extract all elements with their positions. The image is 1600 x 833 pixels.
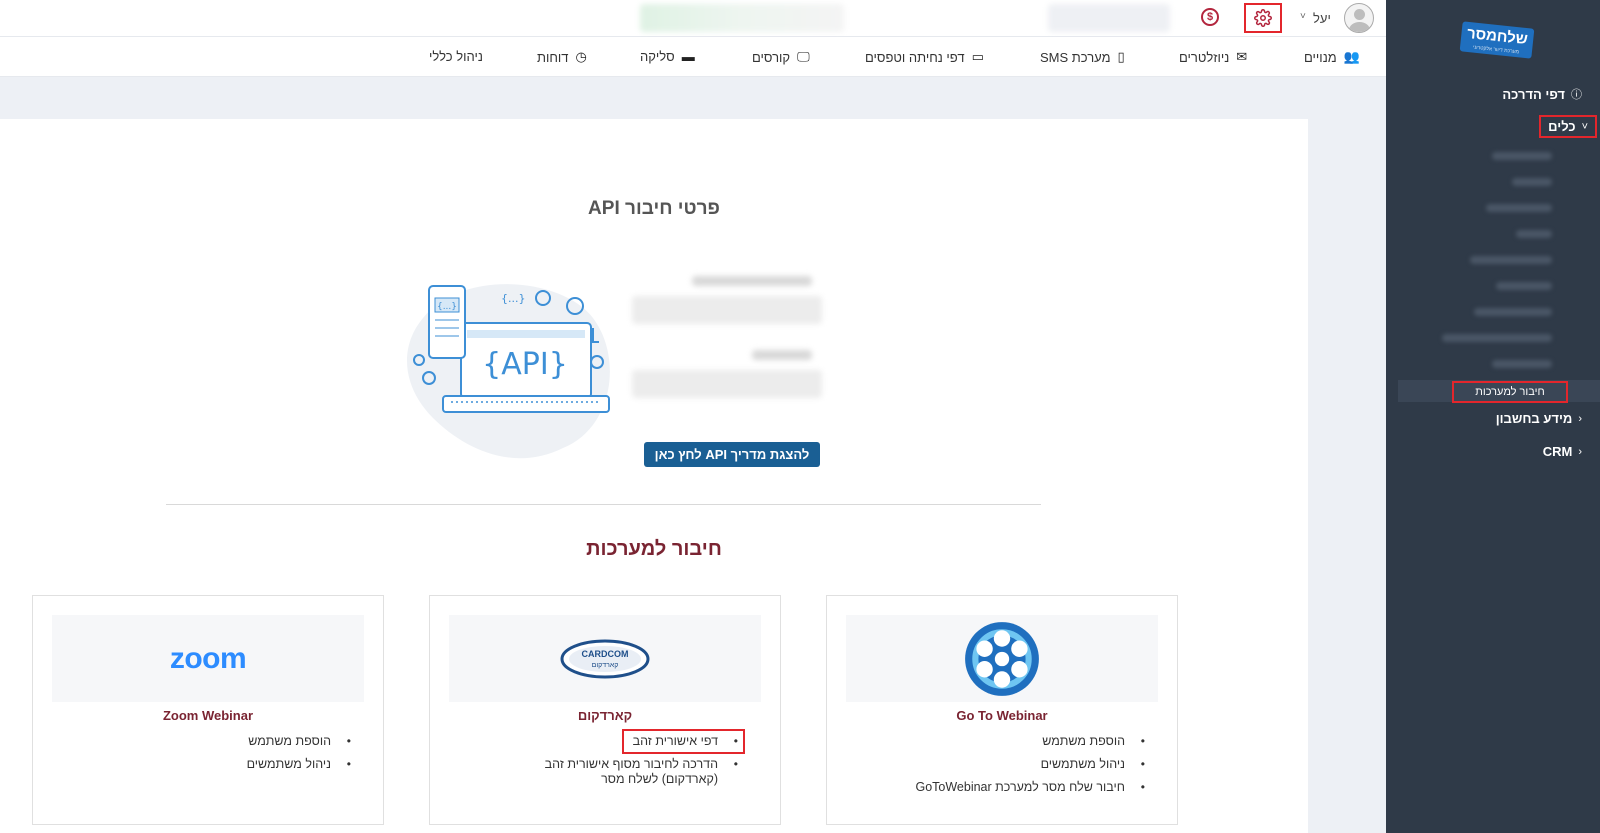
sidebar-subitem-blurred[interactable] (1516, 230, 1552, 238)
sidebar-item-account-info[interactable]: ‹ מידע בחשבון (1496, 411, 1582, 426)
link-manage-users[interactable]: ניהול משתמשים (915, 757, 1147, 772)
sidebar-subitem-blurred[interactable] (1474, 308, 1552, 316)
top-bar: $ ˅ יעל (0, 0, 1386, 37)
nav-newsletters[interactable]: ✉ ניוזלטרים (1179, 49, 1247, 65)
sidebar-subitem-blurred[interactable] (1492, 360, 1552, 368)
nav-label: ניהול כללי (429, 49, 483, 64)
sidebar-item-crm[interactable]: ‹ CRM (1543, 444, 1582, 459)
svg-text:CARDCOM: CARDCOM (582, 649, 629, 659)
mobile-icon: ▯ (1117, 49, 1125, 64)
system-name: Zoom Webinar (162, 708, 254, 723)
svg-text:{...}: {...} (501, 292, 526, 305)
nav-label: מנויים (1304, 49, 1337, 65)
chevron-left-icon: ‹ (1578, 445, 1582, 458)
nav-general-management[interactable]: ניהול כללי (429, 49, 483, 64)
sidebar-subitem-blurred[interactable] (1512, 178, 1552, 186)
nav-label: סליקה (640, 49, 675, 64)
user-avatar-icon[interactable] (1344, 3, 1374, 33)
sidebar-item-guides[interactable]: ⓘ דפי הדרכה (1502, 86, 1582, 102)
api-credentials-blurred (632, 270, 822, 425)
nav-label: קורסים (752, 49, 791, 65)
nav-label: מערכת SMS (1040, 49, 1111, 65)
sidebar-subitem-blurred[interactable] (1492, 152, 1552, 160)
settings-button[interactable] (1244, 3, 1282, 33)
sidebar-subitem-blurred[interactable] (1486, 204, 1552, 212)
nav-label: דפי נחיתה וטפסים (865, 49, 965, 65)
system-links: הוספת משתמש ניהול משתמשים חיבור שלח מסר … (915, 734, 1147, 803)
nav-clearing[interactable]: ▬ סליקה (640, 49, 695, 64)
sidebar: שלחמסר מערכת דיוור אלקטרוני ⓘ דפי הדרכה … (1386, 0, 1600, 833)
api-illustration: {...} {API} {...} (406, 284, 610, 459)
clock-icon: ◷ (575, 49, 587, 64)
info-icon: ⓘ (1571, 89, 1582, 101)
system-card-cardcom: CARDCOM קארדקום קארדקום דפי אישורית זהב … (429, 595, 781, 825)
gear-icon (1254, 9, 1272, 27)
envelope-icon: ✉ (1236, 49, 1248, 64)
card-icon: ▭ (971, 49, 984, 64)
dollar-icon[interactable]: $ (1201, 8, 1219, 26)
username: יעל (1313, 11, 1331, 26)
svg-text:קארדקום: קארדקום (592, 662, 619, 669)
sidebar-item-label: מידע בחשבון (1495, 411, 1573, 426)
sidebar-item-tools[interactable]: ˅ כלים (1539, 115, 1597, 138)
sidebar-subitem-blurred[interactable] (1496, 282, 1552, 290)
users-cog-icon: 👥 (1343, 49, 1360, 64)
nav-reports[interactable]: ◷ דוחות (537, 49, 587, 65)
money-bill-icon: ▬ (681, 49, 695, 64)
sidebar-item-label: דפי הדרכה (1502, 86, 1565, 102)
api-section-title: פרטי חיבור API (588, 198, 720, 219)
chevron-down-icon: ˅ (1581, 120, 1588, 133)
system-logo-box: CARDCOM קארדקום (449, 615, 761, 702)
systems-section-title: חיבור למערכות (586, 538, 722, 560)
nav-courses[interactable]: 🖵 קורסים (752, 49, 810, 65)
system-card-gotowebinar: Go To Webinar הוספת משתמש ניהול משתמשים … (826, 595, 1178, 825)
link-cardcom-guide[interactable]: הדרכה לחיבור מסוף אישורית זהב (קארדקום) … (510, 757, 740, 787)
nav-sms[interactable]: ▯ מערכת SMS (1040, 49, 1125, 65)
main-nav: 👥 מנויים ✉ ניוזלטרים ▯ מערכת SMS ▭ דפי נ… (0, 37, 1386, 77)
system-name: קארדקום (577, 708, 633, 723)
system-logo-box (846, 615, 1158, 702)
nav-label: ניוזלטרים (1179, 49, 1230, 65)
api-guide-button[interactable]: להצגת מדריך API לחץ כאן (644, 442, 820, 467)
gotowebinar-logo (965, 621, 1039, 696)
sidebar-subitem-blurred[interactable] (1442, 334, 1552, 342)
link-connect-gotowebinar[interactable]: חיבור שלח מסר למערכת GoToWebinar (915, 780, 1147, 795)
link-manage-users[interactable]: ניהול משתמשים (247, 757, 353, 772)
system-card-zoom: zoom Zoom Webinar הוספת משתמש ניהול משתמ… (32, 595, 384, 825)
blurred-banner (640, 4, 844, 32)
app-logo[interactable]: שלחמסר מערכת דיוור אלקטרוני (1459, 21, 1535, 59)
chevron-left-icon: ‹ (1578, 412, 1582, 425)
api-illustration-text: {API} (482, 347, 568, 382)
sidebar-item-label: כלים (1548, 119, 1576, 134)
sidebar-subitem-blurred[interactable] (1470, 256, 1552, 264)
sidebar-item-label: CRM (1542, 444, 1573, 459)
nav-landing-pages[interactable]: ▭ דפי נחיתה וטפסים (865, 49, 984, 65)
link-gold-approval-pages[interactable]: דפי אישורית זהב (621, 729, 746, 754)
section-divider (166, 504, 1041, 505)
system-name: Go To Webinar (956, 708, 1048, 723)
monitor-icon: 🖵 (797, 49, 810, 64)
zoom-logo: zoom (169, 641, 247, 675)
nav-subscribers[interactable]: 👥 מנויים (1304, 49, 1360, 65)
nav-label: דוחות (537, 49, 569, 65)
link-add-user[interactable]: הוספת משתמש (247, 734, 353, 749)
svg-text:{...}: {...} (437, 302, 457, 312)
link-add-user[interactable]: הוספת משתמש (915, 734, 1147, 749)
cardcom-logo: CARDCOM קארדקום (560, 639, 650, 678)
chevron-down-icon: ˅ (1300, 11, 1306, 22)
system-links: הוספת משתמש ניהול משתמשים (247, 734, 353, 780)
system-links: דפי אישורית זהב הדרכה לחיבור מסוף אישורי… (510, 729, 746, 795)
system-logo-box: zoom (52, 615, 364, 702)
blurred-account-field (1048, 4, 1170, 32)
sidebar-subitem-system-integrations[interactable]: חיבור למערכות (1452, 381, 1568, 403)
